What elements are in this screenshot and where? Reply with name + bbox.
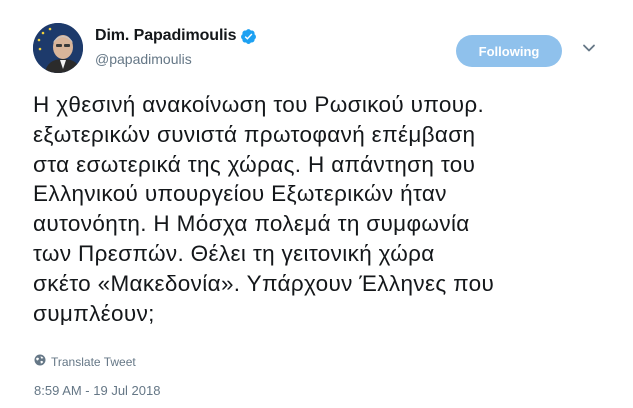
tweet-text: Η χθεσινή ανακοίνωση του Ρωσικού υπουρ. … (33, 92, 495, 326)
globe-icon (34, 354, 51, 369)
chevron-down-icon[interactable] (582, 41, 596, 55)
translate-tweet-link[interactable]: Translate Tweet (34, 354, 136, 369)
avatar[interactable] (33, 23, 83, 73)
verified-badge-icon (240, 28, 257, 45)
tweet-timestamp[interactable]: 8:59 AM - 19 Jul 2018 (34, 383, 160, 398)
following-button[interactable]: Following (456, 35, 562, 67)
translate-label[interactable]: Translate Tweet (51, 355, 136, 369)
author-name-row[interactable]: Dim. Papadimoulis (95, 27, 257, 45)
display-name[interactable]: Dim. Papadimoulis (95, 27, 237, 45)
user-handle[interactable]: @papadimoulis (95, 51, 192, 67)
